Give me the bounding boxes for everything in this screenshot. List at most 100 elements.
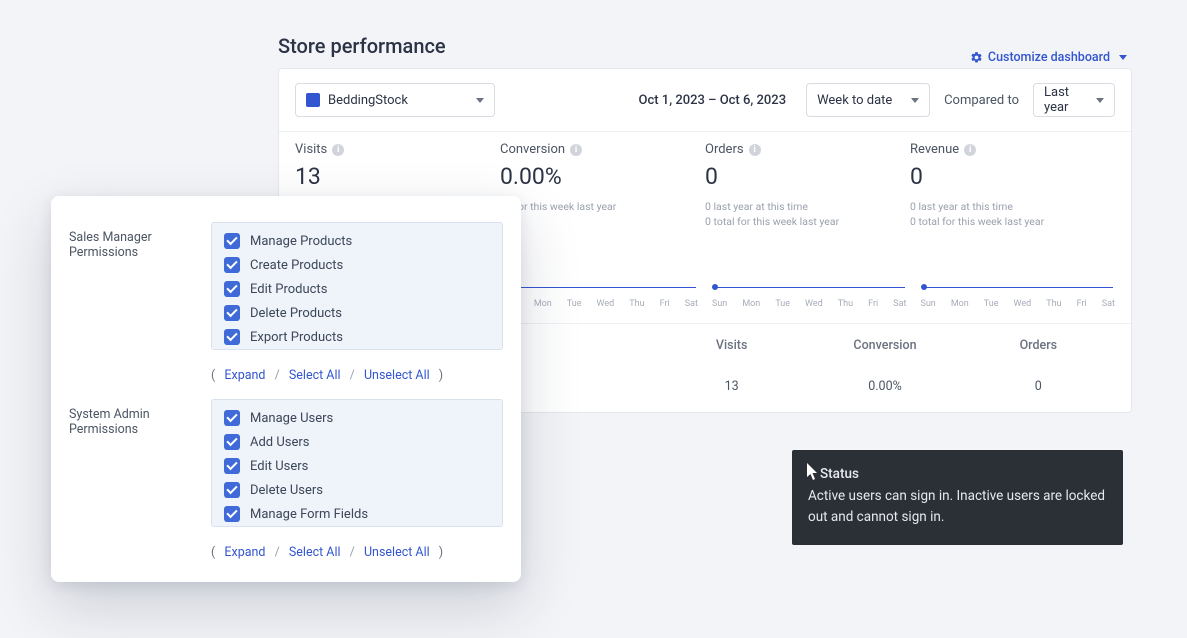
expand-link[interactable]: Expand [218,545,271,560]
metric-label: Conversion [500,142,565,157]
permission-item-label: Create Products [250,258,343,273]
chevron-down-icon [1119,55,1127,60]
chart-axis-label: Wed [1014,299,1032,309]
chart-axis-label: Thu [838,299,853,309]
chart-axis-label: Mon [742,299,760,309]
checkbox-checked-icon[interactable] [224,233,240,249]
tooltip-title: Status [820,464,859,484]
expand-link[interactable]: Expand [218,368,271,383]
compare-select-value: Last year [1044,85,1096,115]
info-icon[interactable]: i [570,144,582,156]
permission-item[interactable]: Export Products [216,325,498,349]
date-range-text: Oct 1, 2023 – Oct 6, 2023 [639,93,787,108]
select-all-link[interactable]: Select All [283,368,347,383]
chevron-down-icon [1096,98,1104,103]
metric-label: Visits [295,142,327,157]
permission-item-label: Edit Users [250,459,308,474]
cursor-icon [806,463,820,481]
metric-revenue: Revenuei 0 0 last year at this time0 tot… [910,142,1115,229]
permission-item-label: Manage Users [250,411,333,426]
metric-value: 0 [910,163,1105,190]
gear-icon [970,51,983,64]
checkbox-checked-icon[interactable] [224,506,240,522]
chevron-down-icon [911,98,919,103]
permission-item-label: Export Products [250,330,343,345]
unselect-all-link[interactable]: Unselect All [358,545,436,560]
chart-axis-label: Wed [805,299,823,309]
permission-item[interactable]: Manage Users [216,406,498,430]
filter-row: BeddingStock Oct 1, 2023 – Oct 6, 2023 W… [279,69,1131,131]
customize-dashboard-link[interactable]: Customize dashboard [970,50,1127,65]
permission-group-title-sales: Sales Manager Permissions [69,222,211,350]
metric-sub: 0 last year at this time0 total for this… [705,200,900,229]
permission-item[interactable]: Add Users [216,430,498,454]
chart-axis-label: Thu [629,299,644,309]
permission-group-title-admin: System Admin Permissions [69,399,211,527]
permission-item-label: Edit Products [250,282,327,297]
chart-axis-label: Sat [893,299,906,309]
cell-orders: 0 [962,379,1115,394]
tooltip-body: Active users can sign in. Inactive users… [808,486,1107,527]
checkbox-checked-icon[interactable] [224,482,240,498]
metric-orders: Ordersi 0 0 last year at this time0 tota… [705,142,910,229]
checkbox-checked-icon[interactable] [224,305,240,321]
permission-list-admin[interactable]: Manage Users Add Users Edit Users Delete Us… [211,399,503,527]
store-select-value: BeddingStock [328,93,408,108]
permission-actions-admin: ( Expand / Select All / Unselect All ) [211,545,503,560]
customize-dashboard-label: Customize dashboard [988,50,1110,65]
permission-item[interactable]: Manage Products [216,229,498,253]
checkbox-checked-icon[interactable] [224,257,240,273]
chart-axis-label: Thu [1046,299,1061,309]
permission-item-label: Manage Products [250,234,352,249]
permission-item[interactable]: Create Products [216,253,498,277]
compare-select[interactable]: Last year [1033,83,1115,117]
page-title: Store performance [278,34,446,58]
chart-axis-label: Tue [775,299,790,309]
permission-item[interactable]: Delete Products [216,301,498,325]
compared-to-label: Compared to [944,93,1019,108]
permission-list-sales[interactable]: Manage Products Create Products Edit Produ… [211,222,503,350]
chart-axis-label: Sat [685,299,698,309]
status-tooltip: Status Active users can sign in. Inactiv… [792,450,1123,545]
permission-item-label: Manage Form Fields [250,507,368,522]
select-all-link[interactable]: Select All [283,545,347,560]
metric-label: Orders [705,142,744,157]
checkbox-checked-icon[interactable] [224,458,240,474]
permission-item[interactable]: Delete Users [216,478,498,502]
metric-value: 0 [705,163,900,190]
col-conversion: Conversion [808,338,961,353]
chevron-down-icon [476,98,484,103]
info-icon[interactable]: i [332,144,344,156]
permissions-card: Sales Manager Permissions Manage Product… [51,196,521,582]
checkbox-checked-icon[interactable] [224,281,240,297]
chart-revenue: SunMonTueWedThuFriSat [921,249,1116,309]
col-visits: Visits [655,338,808,353]
chart-axis-label: Tue [984,299,999,309]
store-select[interactable]: BeddingStock [295,83,495,117]
chart-orders: Sun Mon Tue Wed Thu Fri Sat [712,249,907,309]
unselect-all-link[interactable]: Unselect All [358,368,436,383]
metric-sub: tal for this week last year [500,200,695,215]
checkbox-checked-icon[interactable] [224,410,240,426]
chart-conversion: SunMonTueWedThuFriSat [504,249,699,309]
permission-item[interactable]: Manage Form Fields [216,502,498,526]
chart-axis-label: Fri [660,299,670,309]
permission-item[interactable]: Edit Users [216,454,498,478]
col-orders: Orders [962,338,1115,353]
chart-axis-label: Fri [868,299,878,309]
chart-axis-label: Sun [712,299,727,309]
metric-sub: 0 last year at this time0 total for this… [910,200,1105,229]
chart-axis-label: Mon [951,299,969,309]
chart-axis-label: Sun [921,299,936,309]
permission-item-label: Delete Users [250,483,323,498]
chart-axis-label: Mon [534,299,552,309]
chart-axis-label: Sat [1102,299,1115,309]
metric-value: 0.00% [500,163,695,190]
checkbox-checked-icon[interactable] [224,329,240,345]
permission-item[interactable]: Edit Products [216,277,498,301]
period-select-value: Week to date [817,93,892,108]
info-icon[interactable]: i [964,144,976,156]
checkbox-checked-icon[interactable] [224,434,240,450]
period-select[interactable]: Week to date [806,83,930,117]
info-icon[interactable]: i [749,144,761,156]
